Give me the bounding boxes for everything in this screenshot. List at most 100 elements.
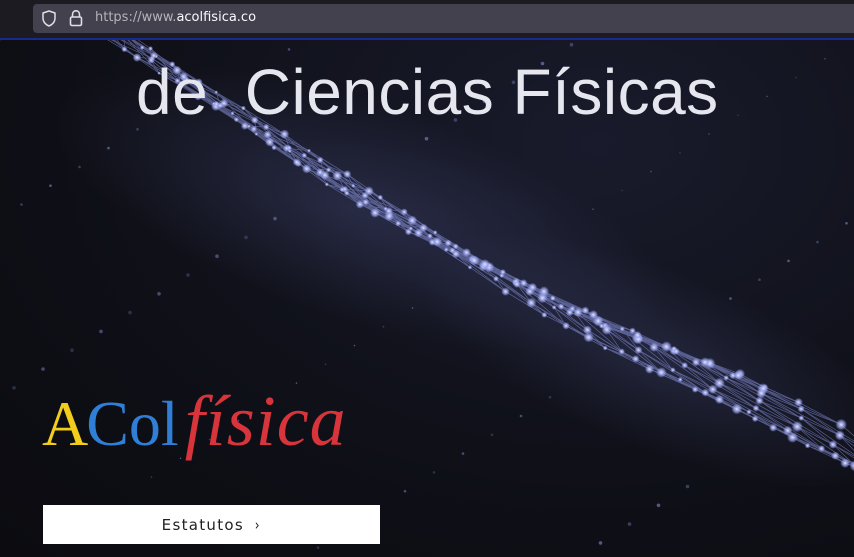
mesh-node — [487, 263, 492, 268]
mesh-node — [751, 415, 759, 423]
lock-icon[interactable] — [69, 9, 83, 27]
mesh-node — [629, 327, 636, 335]
mesh-node — [588, 310, 599, 320]
mesh-node — [467, 265, 473, 270]
mesh-node — [755, 396, 764, 405]
mesh-node — [691, 386, 699, 393]
mesh-node — [538, 286, 550, 297]
mesh-node — [469, 255, 480, 266]
url-domain: acolfisica.co — [176, 10, 257, 25]
particle — [729, 297, 732, 300]
mesh-node — [723, 374, 729, 381]
acolfisica-logo[interactable]: AColfísica — [42, 380, 402, 470]
hero-section: de Ciencias Físicas AColfísica Estatutos… — [0, 40, 854, 557]
particle — [461, 452, 465, 455]
mesh-node — [804, 442, 811, 449]
mesh-node — [671, 345, 677, 352]
particle — [708, 133, 710, 135]
mesh-node — [798, 415, 805, 421]
particle — [128, 310, 132, 315]
particle — [824, 58, 826, 60]
mesh-node — [499, 269, 506, 276]
particle — [787, 259, 790, 263]
particle — [382, 325, 385, 328]
particle — [273, 216, 277, 221]
mesh-node — [562, 322, 570, 330]
mesh-node — [700, 357, 710, 368]
particle — [353, 344, 356, 347]
mesh-node — [519, 279, 528, 287]
mesh-node — [443, 247, 449, 252]
mesh-node — [419, 223, 428, 233]
mesh-node — [731, 403, 743, 415]
url-text[interactable]: https://www.acolfisica.co — [95, 10, 256, 26]
mesh-node — [601, 324, 613, 335]
mesh-node — [602, 345, 608, 351]
mesh-node — [444, 239, 452, 247]
mesh-node — [432, 230, 438, 235]
mesh-node — [618, 348, 625, 355]
mesh-node — [701, 388, 710, 397]
particle — [403, 489, 407, 493]
mesh-node — [828, 440, 838, 449]
particle — [548, 395, 552, 399]
particle — [215, 254, 219, 258]
url-bar[interactable]: https://www.acolfisica.co — [33, 4, 854, 33]
particle — [598, 541, 603, 545]
mesh-node — [301, 163, 312, 174]
mesh-node — [583, 332, 594, 343]
mesh-node — [791, 420, 803, 433]
particle — [650, 170, 652, 173]
particle — [107, 146, 110, 150]
mesh-node — [139, 45, 145, 50]
particle — [432, 471, 436, 474]
particle — [20, 203, 23, 206]
mesh-node — [528, 282, 538, 292]
particle — [324, 363, 327, 366]
mesh-node — [407, 215, 418, 226]
mesh-node — [631, 355, 640, 363]
particle — [244, 235, 248, 240]
mesh-node — [427, 233, 433, 239]
mesh-node — [581, 306, 590, 315]
logo-letter-a: A — [42, 388, 89, 459]
particle — [12, 386, 16, 390]
particle — [78, 165, 81, 169]
particle — [49, 184, 52, 187]
mesh-node — [677, 377, 683, 383]
mesh-node — [660, 341, 672, 353]
particle — [845, 222, 848, 225]
particle — [679, 152, 681, 154]
particle — [685, 484, 690, 489]
mesh-node — [513, 280, 521, 288]
mesh-node — [797, 405, 805, 413]
chevron-right-icon: › — [254, 515, 261, 534]
mesh-node — [670, 367, 676, 373]
particle — [316, 546, 320, 549]
particle — [627, 522, 632, 526]
mesh-node — [121, 46, 128, 53]
particle — [70, 348, 74, 353]
estatutos-button[interactable]: Estatutos › — [43, 505, 380, 544]
mesh-node — [746, 409, 752, 415]
mesh-node — [840, 458, 851, 468]
particle — [157, 292, 161, 296]
mesh-node — [541, 311, 548, 318]
mesh-node — [351, 183, 356, 188]
particle — [795, 76, 797, 79]
mesh-node — [395, 220, 401, 227]
mesh-node — [400, 208, 408, 216]
particle — [424, 136, 429, 141]
particle — [136, 128, 139, 131]
particle — [519, 414, 523, 418]
mesh-node — [462, 248, 471, 257]
particle — [766, 95, 768, 98]
logo-fisica: física — [184, 381, 347, 461]
mesh-node — [343, 170, 352, 179]
mesh-node — [493, 275, 499, 282]
estatutos-label: Estatutos — [161, 515, 244, 534]
shield-icon[interactable] — [41, 10, 57, 27]
particle — [99, 329, 103, 334]
mesh-node — [369, 207, 381, 218]
mesh-node — [428, 238, 436, 246]
